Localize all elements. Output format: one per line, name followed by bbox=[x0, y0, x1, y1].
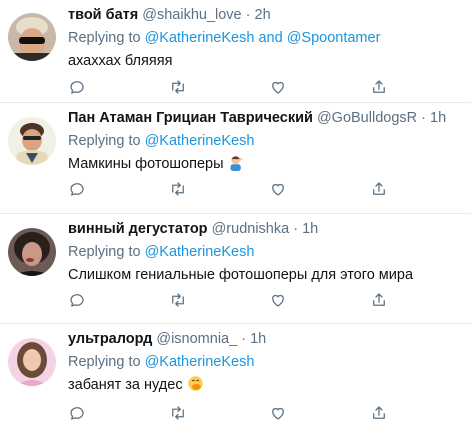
replying-label: Replying to bbox=[68, 354, 141, 370]
mention-link[interactable]: @KatherineKesh bbox=[145, 133, 255, 149]
like-icon[interactable] bbox=[269, 404, 287, 422]
tweet-text: Слишком гениальные фотошоперы для этого … bbox=[68, 267, 414, 283]
separator-dot: · bbox=[245, 7, 251, 23]
share-icon[interactable] bbox=[370, 404, 388, 422]
reply-tweet[interactable]: Пан Атаман Грициан Таврический @GoBulldo… bbox=[0, 103, 471, 214]
retweet-icon[interactable] bbox=[169, 78, 187, 96]
display-name[interactable]: винный дегустатор bbox=[68, 221, 208, 237]
avatar[interactable] bbox=[8, 117, 56, 165]
man-facepalming-emoji-icon bbox=[228, 154, 245, 177]
timestamp[interactable]: 1h bbox=[302, 221, 318, 237]
replying-label: Replying to bbox=[68, 30, 141, 46]
like-icon[interactable] bbox=[269, 291, 287, 309]
tweet-header: твой батя @shaikhu_love · 2h bbox=[68, 6, 463, 25]
replies-feed: твой батя @shaikhu_love · 2h Replying to… bbox=[0, 0, 471, 440]
retweet-icon[interactable] bbox=[169, 180, 187, 198]
mention-link[interactable]: @KatherineKesh bbox=[145, 244, 255, 260]
user-handle[interactable]: @GoBulldogsR bbox=[317, 110, 417, 126]
user-handle[interactable]: @rudnishka bbox=[212, 221, 290, 237]
retweet-icon[interactable] bbox=[169, 404, 187, 422]
reply-icon[interactable] bbox=[68, 404, 86, 422]
avatar[interactable] bbox=[8, 338, 56, 386]
reply-icon[interactable] bbox=[68, 180, 86, 198]
action-bar bbox=[68, 78, 388, 96]
mention-link[interactable]: @KatherineKesh bbox=[145, 354, 255, 370]
timestamp[interactable]: 1h bbox=[250, 331, 266, 347]
separator-dot: · bbox=[293, 221, 299, 237]
tweet-header: винный дегустатор @rudnishka · 1h bbox=[68, 220, 463, 239]
display-name[interactable]: Пан Атаман Грициан Таврический bbox=[68, 110, 313, 126]
mention-link[interactable]: @KatherineKesh bbox=[145, 30, 255, 46]
user-handle[interactable]: @shaikhu_love bbox=[142, 7, 241, 23]
reply-tweet[interactable]: твой батя @shaikhu_love · 2h Replying to… bbox=[0, 0, 471, 103]
like-icon[interactable] bbox=[269, 180, 287, 198]
tweet-text-content: забанят за нудес bbox=[68, 377, 183, 393]
replying-to-line: Replying to @KatherineKesh bbox=[68, 242, 463, 262]
share-icon[interactable] bbox=[370, 291, 388, 309]
share-icon[interactable] bbox=[370, 78, 388, 96]
action-bar bbox=[68, 291, 388, 309]
share-icon[interactable] bbox=[370, 180, 388, 198]
mention-joiner[interactable]: and bbox=[258, 30, 282, 46]
replying-label: Replying to bbox=[68, 244, 141, 260]
reply-icon[interactable] bbox=[68, 291, 86, 309]
replying-to-line: Replying to @KatherineKesh and @Spoontam… bbox=[68, 28, 463, 48]
tweet-header: ультралорд @isnomnia_ · 1h bbox=[68, 330, 463, 349]
replying-to-line: Replying to @KatherineKesh bbox=[68, 131, 463, 151]
reply-tweet[interactable]: ультралорд @isnomnia_ · 1h Replying to @… bbox=[0, 324, 471, 440]
display-name[interactable]: ультралорд bbox=[68, 331, 152, 347]
action-bar bbox=[68, 404, 388, 422]
display-name[interactable]: твой батя bbox=[68, 7, 138, 23]
tweet-header: Пан Атаман Грициан Таврический @GoBulldo… bbox=[68, 109, 463, 128]
timestamp[interactable]: 2h bbox=[255, 7, 271, 23]
tweet-text: забанят за нудес bbox=[68, 375, 463, 398]
face-with-hand-over-mouth-emoji-icon bbox=[187, 375, 204, 398]
tweet-text: Мамкины фотошоперы bbox=[68, 154, 463, 177]
timestamp[interactable]: 1h bbox=[430, 110, 446, 126]
tweet-text-content: Мамкины фотошоперы bbox=[68, 156, 224, 172]
reply-tweet[interactable]: винный дегустатор @rudnishka · 1h Replyi… bbox=[0, 214, 471, 324]
separator-dot: · bbox=[421, 110, 426, 126]
action-bar bbox=[68, 180, 388, 198]
retweet-icon[interactable] bbox=[169, 291, 187, 309]
replying-label: Replying to bbox=[68, 133, 141, 149]
separator-dot: · bbox=[241, 331, 247, 347]
mention-link[interactable]: @Spoontamer bbox=[287, 30, 381, 46]
tweet-text: ахаххах бляяяя bbox=[68, 53, 173, 69]
like-icon[interactable] bbox=[269, 78, 287, 96]
reply-icon[interactable] bbox=[68, 78, 86, 96]
avatar[interactable] bbox=[8, 228, 56, 276]
avatar[interactable] bbox=[8, 13, 56, 61]
user-handle[interactable]: @isnomnia_ bbox=[156, 331, 237, 347]
replying-to-line: Replying to @KatherineKesh bbox=[68, 352, 463, 372]
